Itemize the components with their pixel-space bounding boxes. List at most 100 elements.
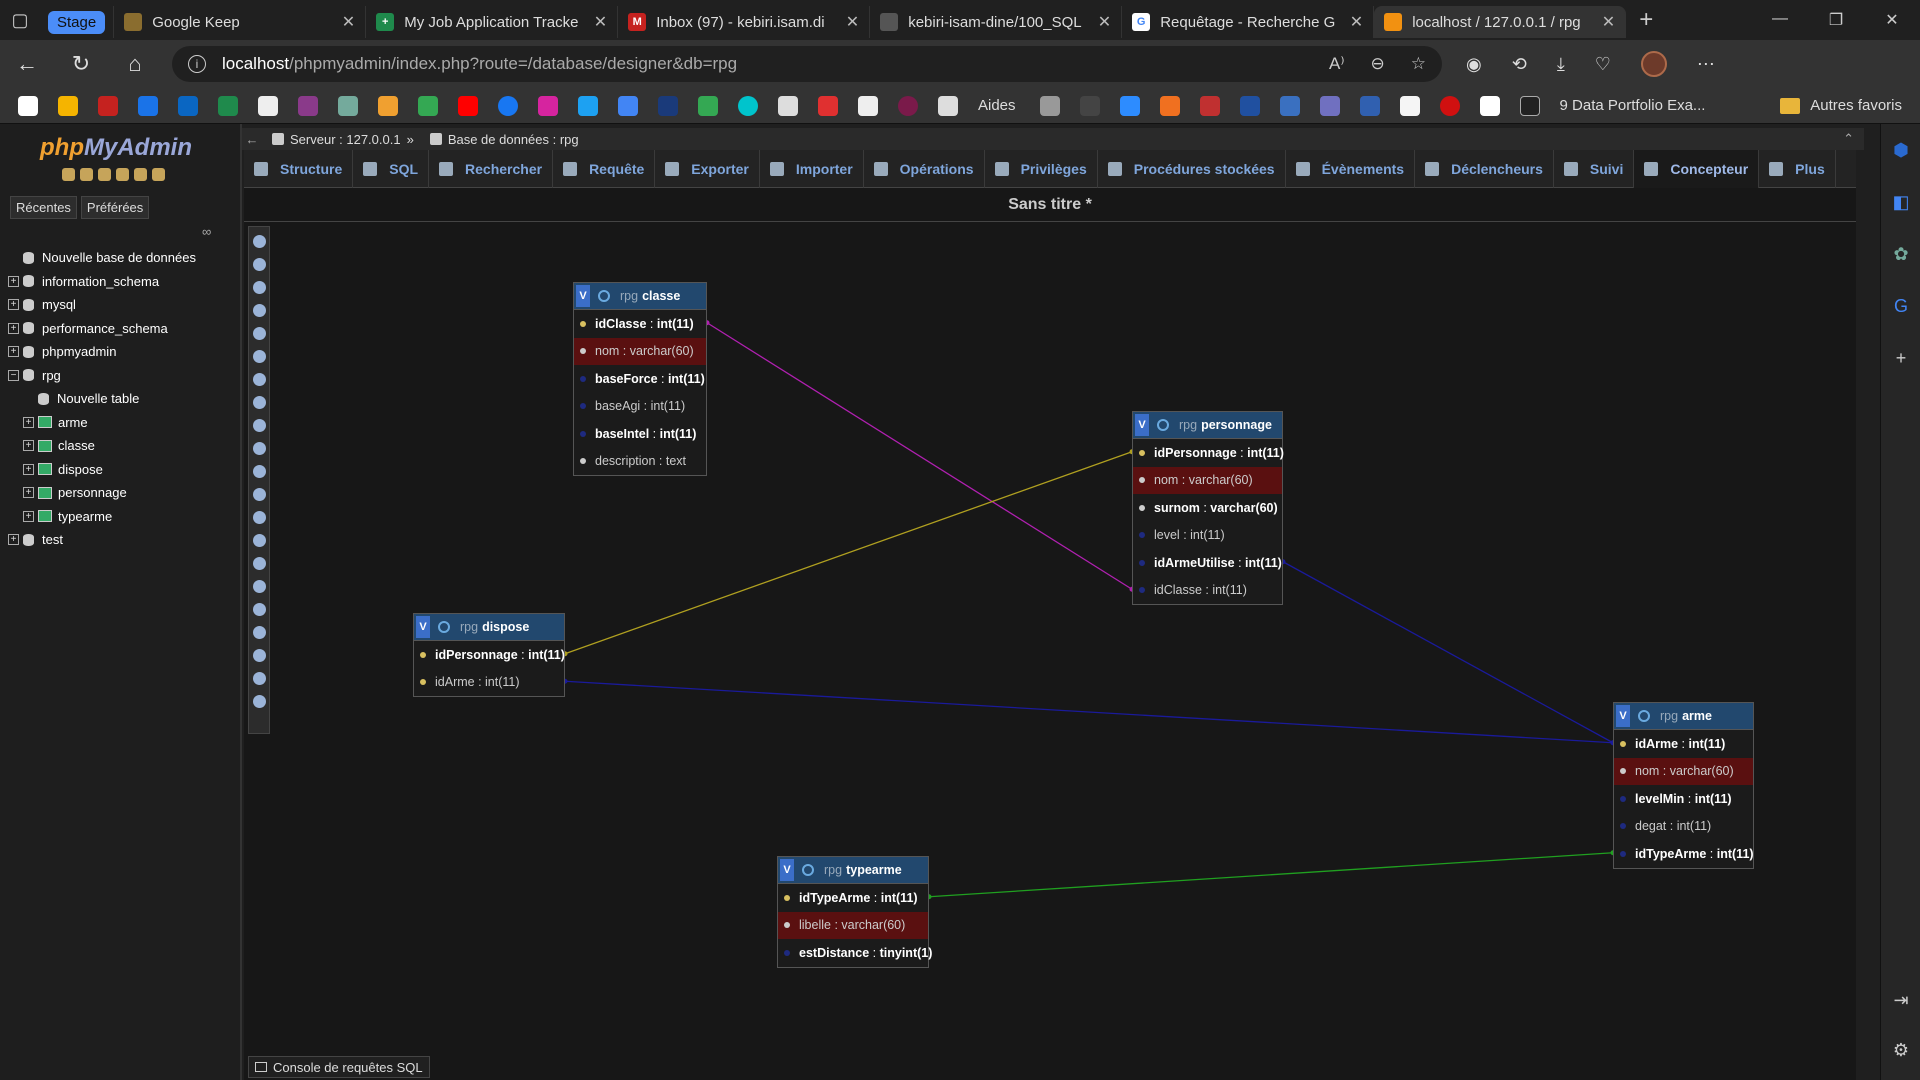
sidebar-shield-icon[interactable]: ⬢ [1881, 124, 1920, 176]
tab-évènements[interactable]: Évènements [1286, 149, 1416, 188]
sidebar-translate-icon[interactable]: ◧ [1881, 176, 1920, 228]
table-column[interactable]: idPersonnage : int(11) [1133, 439, 1284, 467]
home-icon[interactable]: ⌂ [108, 51, 162, 77]
table-card-header[interactable]: Vrpg dispose [414, 614, 564, 641]
bookmark-zoom-icon[interactable] [1119, 95, 1140, 116]
bookmark-chatgpt-icon[interactable] [338, 95, 358, 116]
expand-icon[interactable]: + [23, 416, 34, 428]
extension-icon[interactable]: ◉ [1466, 54, 1482, 75]
open-page-icon[interactable] [252, 350, 266, 363]
bookmark-sheets-icon[interactable] [218, 95, 238, 116]
table-column[interactable]: idArmeUtilise : int(11) [1133, 549, 1282, 577]
docs-icon[interactable] [116, 168, 129, 181]
tab-github[interactable]: kebiri-isam-dine/100_SQL ✕ [870, 6, 1123, 38]
history-icon[interactable]: ⟲ [1512, 54, 1527, 75]
table-column[interactable]: degat : int(11) [1614, 813, 1753, 841]
build-query-icon[interactable] [252, 649, 266, 662]
tab-phpmyadmin[interactable]: localhost / 127.0.0.1 / rpg ✕ [1374, 6, 1627, 38]
table-options-icon[interactable] [1638, 710, 1650, 722]
bookmark-heart-icon[interactable] [818, 95, 838, 116]
table-column[interactable]: idArme : int(11) [1614, 730, 1753, 758]
bookmark-data-portfolio-label[interactable]: 9 Data Portfolio Exa... [1560, 97, 1706, 114]
table-column[interactable]: idClasse : int(11) [1133, 577, 1282, 605]
new-page-icon[interactable] [252, 281, 266, 294]
tab-google-search[interactable]: G Requêtage - Recherche G ✕ [1122, 6, 1375, 38]
tab-opérations[interactable]: Opérations [864, 149, 985, 188]
bookmark-a-icon[interactable] [1399, 95, 1420, 116]
table-column[interactable]: idTypeArme : int(11) [1614, 840, 1754, 868]
table-card-dispose[interactable]: Vrpg dispose idPersonnage : int(11) idArme … [413, 613, 565, 697]
close-window-button[interactable]: ✕ [1864, 10, 1920, 30]
table-column[interactable]: idPersonnage : int(11) [414, 641, 565, 669]
table-column[interactable]: libelle : varchar(60) [778, 911, 928, 939]
more-menu-icon[interactable]: ⋯ [1697, 54, 1715, 75]
sidebar-settings-icon[interactable]: ⚙ [1881, 1024, 1920, 1076]
bookmark-avatar-icon[interactable] [1039, 95, 1060, 116]
tab-sql[interactable]: SQL [353, 149, 430, 188]
tree-item-dispose[interactable]: + dispose [8, 458, 196, 482]
tab-procédures-stockées[interactable]: Procédures stockées [1098, 149, 1286, 188]
expand-icon[interactable]: + [23, 463, 34, 475]
address-bar[interactable]: i localhost/phpmyadmin/index.php?route=/… [172, 46, 1442, 82]
table-column[interactable]: nom : varchar(60) [574, 337, 706, 365]
tree-item-personnage[interactable]: + personnage [8, 481, 196, 505]
collapse-icon[interactable]: − [8, 369, 19, 381]
bookmark-gmail-icon[interactable] [98, 95, 118, 116]
bookmark-drive-icon[interactable] [418, 95, 438, 116]
table-options-icon[interactable] [598, 290, 610, 302]
bookmark-facebook-icon[interactable] [498, 95, 518, 116]
other-bookmarks-folder[interactable]: Autres favoris [1780, 97, 1902, 114]
bookmark-keep-icon[interactable] [58, 95, 78, 116]
bookmark-aides-icon[interactable] [938, 95, 958, 116]
table-column[interactable]: level : int(11) [1133, 522, 1282, 550]
bookmark-slack-icon[interactable] [298, 95, 318, 116]
tab-group-stage[interactable]: Stage [40, 6, 115, 38]
angular-links-icon[interactable] [252, 511, 266, 524]
tab-plus[interactable]: Plus [1759, 149, 1836, 188]
table-card-header[interactable]: Vrpg personnage [1133, 412, 1282, 439]
refresh-icon[interactable]: ↻ [54, 51, 108, 77]
expand-icon[interactable]: + [8, 275, 19, 287]
tab-job-tracker[interactable]: + My Job Application Tracke ✕ [366, 6, 619, 38]
relation-line[interactable] [1282, 561, 1614, 744]
expand-icon[interactable]: + [23, 487, 34, 499]
table-card-header[interactable]: Vrpg typearme [778, 857, 928, 884]
expand-icon[interactable]: + [23, 510, 34, 522]
sidebar-add-icon[interactable]: + [1881, 332, 1920, 384]
bookmark-loop-icon[interactable] [378, 95, 398, 116]
toggle-columns-icon[interactable]: V [416, 616, 430, 638]
help-icon[interactable] [252, 488, 266, 501]
tree-item-phpmyadmin[interactable]: + phpmyadmin [8, 340, 196, 364]
bookmark-calendar-icon[interactable] [138, 95, 158, 116]
table-options-icon[interactable] [438, 621, 450, 633]
tab-suivi[interactable]: Suivi [1554, 149, 1635, 188]
table-column[interactable]: nom : varchar(60) [1133, 466, 1282, 494]
breadcrumb-server[interactable]: Serveur : 127.0.0.1 [272, 132, 401, 147]
close-tab-icon[interactable]: ✕ [1602, 12, 1615, 32]
bookmark-opera-icon[interactable] [1439, 95, 1460, 116]
bookmark-red-icon[interactable] [1199, 95, 1220, 116]
tree-item-classe[interactable]: + classe [8, 434, 196, 458]
bookmark-shield-icon[interactable] [658, 95, 678, 116]
sidebar-google-icon[interactable]: G [1881, 280, 1920, 332]
expand-icon[interactable]: + [8, 299, 19, 311]
tree-item-performance_schema[interactable]: + performance_schema [8, 317, 196, 341]
table-card-header[interactable]: Vrpg classe [574, 283, 706, 310]
new-tab-button[interactable]: + [1626, 6, 1666, 34]
tab-importer[interactable]: Importer [760, 149, 864, 188]
table-column[interactable]: baseAgi : int(11) [574, 393, 706, 421]
bookmark-page-icon[interactable] [778, 95, 798, 116]
bookmark-github-icon[interactable] [258, 95, 278, 116]
bookmark-twitter-icon[interactable] [578, 95, 598, 116]
bookmark-canva-icon[interactable] [738, 95, 758, 116]
bookmark-circle-icon[interactable] [898, 95, 918, 116]
logout-icon[interactable] [80, 168, 93, 181]
toggle-columns-icon[interactable]: V [1616, 705, 1630, 727]
close-tab-icon[interactable]: ✕ [1350, 12, 1363, 32]
relation-lines-icon[interactable] [252, 603, 266, 616]
table-column[interactable]: estDistance : tinyint(1) [778, 939, 932, 967]
restore-button[interactable]: ❐ [1808, 10, 1864, 30]
tab-concepteur[interactable]: Concepteur [1634, 149, 1760, 188]
tree-item-nouvelle-table[interactable]: Nouvelle table [8, 387, 196, 411]
home-icon[interactable] [62, 168, 75, 181]
